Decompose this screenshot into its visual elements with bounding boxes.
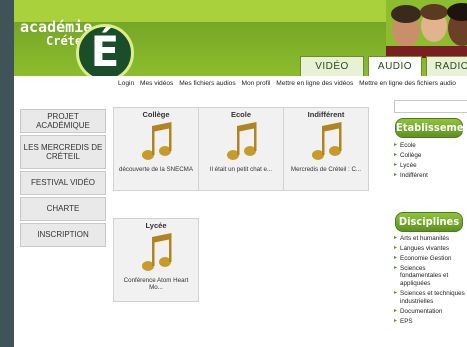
nav-mes-videos[interactable]: Mes vidéos (140, 80, 173, 87)
filter-documentation[interactable]: Documentation (394, 308, 466, 316)
etablissements-header: Etablissements (395, 118, 467, 138)
card-title[interactable]: Mercredis de Créteil : C... (286, 166, 366, 173)
logo-e-badge: É (76, 24, 134, 76)
nav-upload-videos[interactable]: Mettre en ligne des vidéos (276, 80, 353, 87)
filter-lycee[interactable]: Lycée (394, 162, 466, 170)
audio-card[interactable]: Lycée Conférence Atom Heart Mo... (113, 218, 199, 302)
etablissements-list: Ecole Collège Lycée Indifférent (394, 142, 466, 181)
sidebar-item-label: CHARTE (46, 204, 80, 214)
audio-card[interactable]: Indifférent Mercredis de Créteil : C... (283, 107, 369, 191)
disciplines-list: Arts et humanités Langues vivantes Econo… (394, 235, 466, 328)
sidebar-item-label: FESTIVAL VIDÉO (30, 178, 95, 188)
filter-eps[interactable]: EPS (394, 318, 466, 326)
nav-mon-profil[interactable]: Mon profil (241, 80, 270, 87)
audio-card[interactable]: Collège découverte de la SNECMA (113, 107, 199, 191)
nav-mes-fichiers-audios[interactable]: Mes fichiers audios (179, 80, 235, 87)
card-category: Collège (142, 110, 170, 119)
filter-economie-gestion[interactable]: Economie Gestion (394, 255, 466, 263)
music-note-icon (142, 233, 172, 271)
nav-upload-audio[interactable]: Mettre en ligne des fichiers audio (359, 80, 456, 87)
audio-card[interactable]: Ecole Il était un petit chat e... (198, 107, 284, 191)
tab-video[interactable]: VIDÉO (300, 56, 364, 76)
card-category: Lycée (145, 221, 167, 230)
nav-login[interactable]: Login (118, 80, 134, 87)
filter-college[interactable]: Collège (394, 152, 466, 160)
sidebar-item-festival-video[interactable]: FESTIVAL VIDÉO (20, 171, 106, 195)
disciplines-header: Disciplines (395, 212, 463, 232)
music-note-icon (142, 122, 172, 160)
site-header: académie Créteil É VIDÉO AUDIO RADIO (14, 0, 467, 76)
filter-ecole[interactable]: Ecole (394, 142, 466, 150)
filter-arts-humanites[interactable]: Arts et humanités (394, 235, 466, 243)
filter-indifferent[interactable]: Indifférent (394, 172, 466, 180)
search-input[interactable] (394, 100, 467, 113)
sidebar-item-projet-academique[interactable]: PROJET ACADÉMIQUE (20, 109, 106, 133)
filter-sciences-techniques[interactable]: Sciences et techniques industrielles (394, 290, 466, 306)
card-title[interactable]: Il était un petit chat e... (201, 166, 281, 173)
card-title[interactable]: découverte de la SNECMA (116, 166, 196, 173)
sidebar-item-charte[interactable]: CHARTE (20, 197, 106, 221)
left-edge-bar (0, 0, 14, 347)
filter-sciences-fondamentales[interactable]: Sciences fondamentales et appliquées (394, 265, 466, 289)
sidebar-item-label: LES MERCREDIS DE CRÉTEIL (23, 142, 103, 161)
header-photo-students (386, 0, 467, 58)
card-category: Ecole (230, 110, 251, 119)
card-category: Indifférent (307, 110, 345, 119)
academie-creteil-logo[interactable]: académie Créteil É (20, 18, 140, 76)
music-note-icon (227, 122, 257, 160)
tab-audio[interactable]: AUDIO (368, 56, 422, 76)
tab-radio[interactable]: RADIO (426, 56, 467, 76)
sidebar-item-mercredis[interactable]: LES MERCREDIS DE CRÉTEIL (20, 135, 106, 169)
sidebar-item-label: INSCRIPTION (37, 230, 89, 240)
music-note-icon (312, 122, 342, 160)
sidebar-item-inscription[interactable]: INSCRIPTION (20, 223, 106, 247)
card-title[interactable]: Conférence Atom Heart Mo... (116, 277, 196, 292)
sidebar-item-label: PROJET ACADÉMIQUE (36, 111, 90, 130)
filter-langues-vivantes[interactable]: Langues vivantes (394, 245, 466, 253)
top-navigation: Login Mes vidéos Mes fichiers audios Mon… (118, 80, 460, 87)
